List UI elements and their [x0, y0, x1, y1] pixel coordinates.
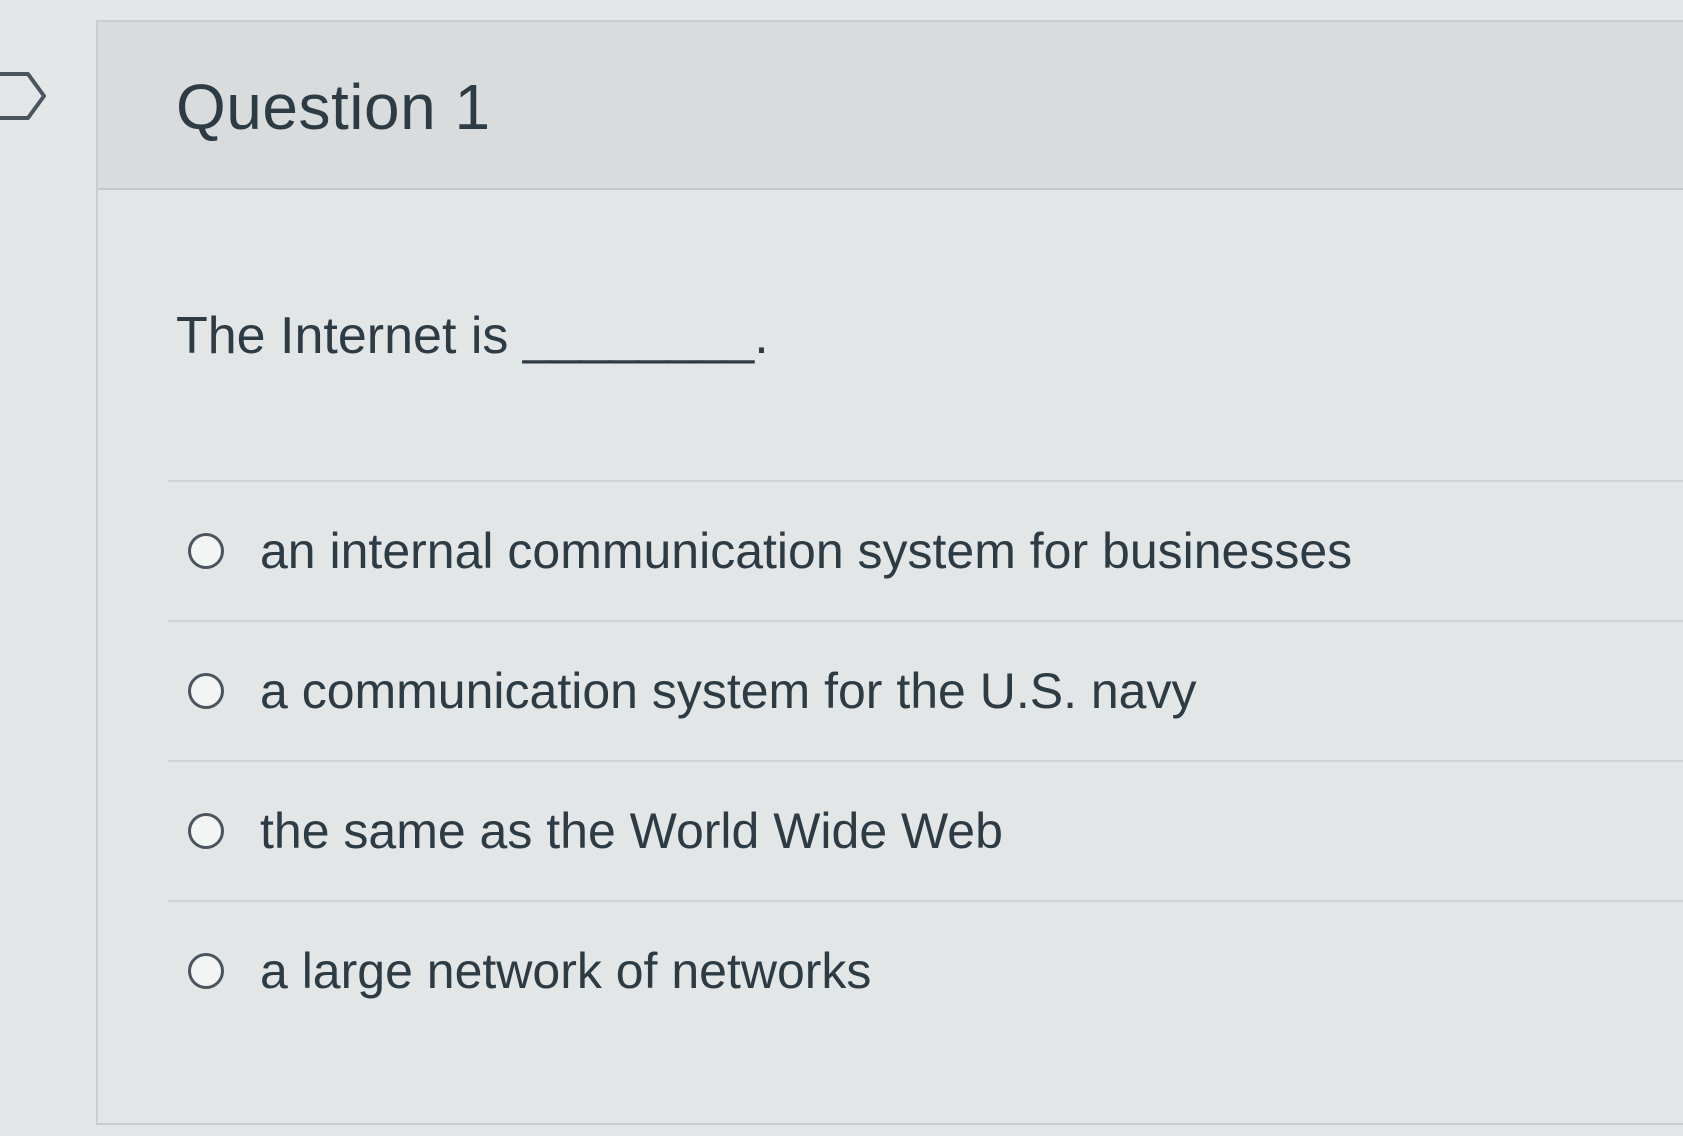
answer-option[interactable]: a communication system for the U.S. navy	[168, 620, 1683, 760]
answer-option[interactable]: a large network of networks	[168, 900, 1683, 1040]
radio-button-icon[interactable]	[188, 813, 224, 849]
question-header: Question 1	[98, 22, 1683, 190]
answer-option[interactable]: the same as the World Wide Web	[168, 760, 1683, 900]
question-title: Question 1	[176, 71, 491, 143]
question-text: The Internet is ________.	[176, 307, 769, 365]
radio-button-icon[interactable]	[188, 953, 224, 989]
answer-list: an internal communication system for bus…	[168, 480, 1683, 1040]
answer-label[interactable]: a large network of networks	[260, 941, 871, 1001]
answer-label[interactable]: the same as the World Wide Web	[260, 801, 1003, 861]
radio-button-icon[interactable]	[188, 673, 224, 709]
bookmark-flag-icon[interactable]	[0, 68, 50, 124]
radio-button-icon[interactable]	[188, 533, 224, 569]
answer-label[interactable]: a communication system for the U.S. navy	[260, 661, 1196, 721]
question-card: Question 1 The Internet is ________. an …	[96, 20, 1683, 1125]
answer-label[interactable]: an internal communication system for bus…	[260, 521, 1352, 581]
answer-option[interactable]: an internal communication system for bus…	[168, 480, 1683, 620]
